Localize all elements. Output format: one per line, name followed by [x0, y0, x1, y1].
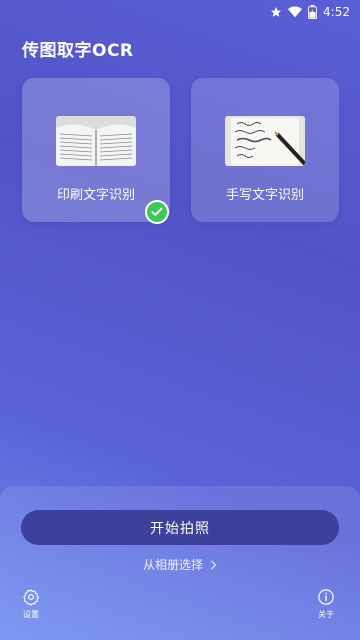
info-icon	[318, 589, 334, 605]
choose-from-album-link[interactable]: 从相册选择	[0, 556, 360, 573]
mode-label-print: 印刷文字识别	[56, 188, 135, 203]
mode-label-handwriting: 手写文字识别	[225, 188, 304, 203]
status-time: 4:52	[323, 5, 350, 19]
app-title: 传图取字OCR	[22, 41, 134, 61]
mode-card-handwriting[interactable]: 手写文字识别	[191, 78, 339, 222]
about-label: 关于	[318, 610, 334, 619]
take-photo-button[interactable]: 开始拍照	[21, 510, 339, 545]
selected-check-icon	[145, 200, 169, 224]
star-icon	[271, 7, 282, 17]
album-link-label: 从相册选择	[142, 558, 203, 572]
handwritten-note-thumbnail	[225, 116, 305, 166]
status-bar: 4:52	[0, 0, 360, 24]
battery-charging-icon	[308, 5, 317, 19]
mode-card-print[interactable]: 印刷文字识别	[22, 78, 170, 222]
gear-icon	[23, 589, 40, 606]
settings-button[interactable]: 设置	[22, 588, 40, 620]
wifi-icon	[288, 6, 303, 18]
open-book-thumbnail	[56, 116, 136, 166]
settings-label: 设置	[23, 610, 39, 619]
chevron-right-icon	[210, 559, 217, 570]
about-button[interactable]: 关于	[317, 588, 335, 620]
